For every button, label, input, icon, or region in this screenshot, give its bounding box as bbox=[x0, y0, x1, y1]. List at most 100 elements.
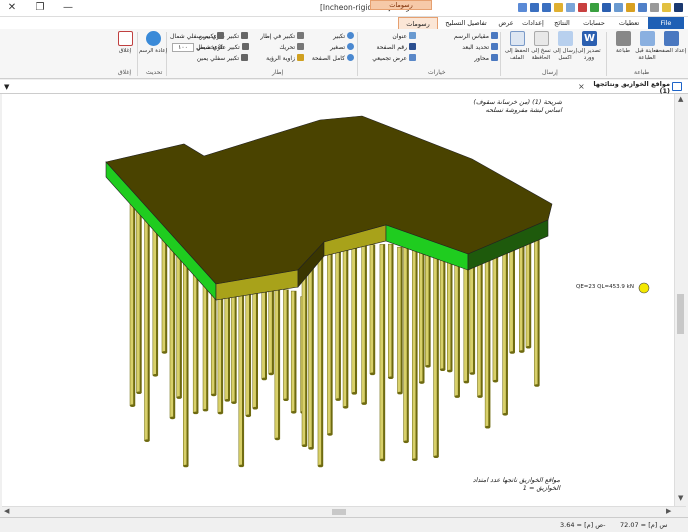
minimize-window-button[interactable]: — bbox=[60, 2, 76, 14]
tab-reinforcement-details[interactable]: تفاصيل التسليح bbox=[440, 17, 492, 29]
excel-icon[interactable] bbox=[590, 3, 599, 12]
chart-icon[interactable] bbox=[614, 3, 623, 12]
view-angle-label: زاوية الرؤية bbox=[266, 55, 295, 62]
status-y-coordinate: ص [م] = 3.64- bbox=[560, 521, 606, 529]
panel-close-button[interactable]: × bbox=[578, 82, 585, 91]
clipboard-icon bbox=[534, 31, 549, 46]
arrow-diagonal-icon bbox=[241, 43, 249, 50]
zoom-in-item[interactable]: تكبير bbox=[306, 32, 354, 41]
pile-tip bbox=[238, 464, 244, 468]
scroll-up-icon[interactable]: ▲ bbox=[678, 95, 683, 103]
pile-tip bbox=[211, 393, 217, 397]
tab-results[interactable]: النتائج bbox=[548, 17, 576, 29]
pile-tip bbox=[203, 408, 209, 412]
page-number-item[interactable]: رقم الصفحة bbox=[362, 43, 416, 52]
pile-tip bbox=[534, 384, 540, 387]
combined-view-item[interactable]: عرض تجميعي bbox=[362, 54, 416, 63]
zoom-bottom-right-item[interactable]: تكبير سفلي يمين bbox=[196, 54, 248, 63]
undo-icon[interactable] bbox=[542, 3, 551, 12]
pile-tip bbox=[183, 464, 189, 468]
horizontal-scroll-thumb[interactable] bbox=[332, 509, 346, 515]
page-number-icon bbox=[409, 43, 416, 50]
status-x-coordinate: س [م] = 72.07 bbox=[620, 521, 668, 529]
tab-input[interactable]: تعطيات bbox=[612, 17, 646, 29]
pile-tip bbox=[369, 372, 375, 376]
group-separator bbox=[357, 32, 358, 76]
restore-window-button[interactable]: ❐ bbox=[32, 2, 48, 14]
full-page-item[interactable]: كامل الصفحة bbox=[306, 54, 354, 63]
pile-shade bbox=[133, 187, 135, 406]
open-folder-icon[interactable] bbox=[626, 3, 635, 12]
zoom-bottom-left-label: تكبير سفلي شمال bbox=[170, 33, 216, 40]
page-number-label: رقم الصفحة bbox=[376, 44, 408, 51]
tab-settings[interactable]: إعدادات bbox=[518, 17, 548, 29]
pile-tip bbox=[169, 416, 175, 420]
tab-drawings[interactable]: رسومات bbox=[398, 17, 438, 29]
arrow-diagonal-icon bbox=[241, 54, 248, 61]
zoom-window-icon bbox=[297, 32, 304, 39]
tab-file[interactable]: File bbox=[648, 17, 684, 29]
pile-tip bbox=[274, 437, 280, 441]
close-window-button[interactable]: ✕ bbox=[4, 2, 20, 14]
pile-tip bbox=[477, 395, 483, 398]
zoom-bottom-left-item[interactable]: تكبير سفلي شمال bbox=[170, 32, 225, 41]
tab-calculations[interactable]: حسابات bbox=[578, 17, 610, 29]
pile-tip bbox=[136, 391, 142, 395]
pile-tip bbox=[433, 455, 439, 459]
pile-tip bbox=[447, 369, 453, 373]
raft-pile-drawing bbox=[105, 115, 650, 468]
horizontal-scrollbar[interactable]: ◀ ▶ bbox=[2, 506, 686, 517]
pile-tip bbox=[388, 376, 394, 380]
vertical-scroll-thumb[interactable] bbox=[677, 294, 684, 334]
scroll-down-icon[interactable]: ▼ bbox=[678, 494, 683, 502]
scroll-left-icon[interactable]: ◀ bbox=[4, 507, 9, 515]
tab-view[interactable]: عرض bbox=[494, 17, 518, 29]
page-setup-icon bbox=[664, 31, 679, 46]
piles-panel-icon bbox=[672, 82, 682, 91]
title-item[interactable]: عنوان bbox=[362, 32, 416, 41]
zoom-window-item[interactable]: تكبير في إطار bbox=[250, 32, 304, 41]
ribbon: إعداد الصفحة معاينة قبل الطباعة طباعة طب… bbox=[0, 29, 688, 79]
pile-tip bbox=[302, 444, 307, 448]
pile-tip bbox=[502, 413, 508, 416]
application-window: ✕ ❐ — [Incheon-rigid raft] - ارتقا رسوما… bbox=[0, 0, 688, 532]
print-icon[interactable] bbox=[554, 3, 563, 12]
preview-icon[interactable] bbox=[566, 3, 575, 12]
pdf-icon[interactable] bbox=[578, 3, 587, 12]
pile-tip bbox=[412, 458, 418, 461]
pile-tip bbox=[351, 392, 357, 395]
group-label-options: خيارات bbox=[428, 69, 446, 76]
dimension-item[interactable]: تحديد البعد bbox=[418, 43, 498, 52]
pile-tip bbox=[379, 458, 385, 462]
view-angle-item[interactable]: زاوية الرؤية bbox=[250, 54, 304, 63]
word-icon[interactable] bbox=[602, 3, 611, 12]
pile-tip bbox=[252, 406, 258, 410]
pile-shade bbox=[505, 241, 508, 415]
panel-menu-button[interactable]: ▼ bbox=[4, 83, 9, 91]
pile-shade bbox=[436, 245, 439, 457]
zoom-out-label: تصغير bbox=[330, 44, 345, 51]
close-drawing-label: إغلاق bbox=[119, 48, 131, 54]
folder-icon[interactable] bbox=[662, 3, 671, 12]
vertical-scrollbar[interactable]: ▲ ▼ bbox=[674, 94, 686, 506]
axes-item[interactable]: محاور bbox=[418, 54, 498, 63]
zoom-percent-select[interactable]: ١٠٠ bbox=[172, 43, 194, 52]
pile-shade bbox=[346, 244, 349, 408]
pile-shade bbox=[311, 245, 314, 449]
dropdown-icon[interactable] bbox=[518, 3, 527, 12]
drawing-canvas[interactable]: شريحة (1) (من خرسانة سقوف) اساس لبشة مفر… bbox=[2, 94, 674, 506]
pile-shade bbox=[422, 245, 425, 383]
redo-icon[interactable] bbox=[530, 3, 539, 12]
pan-item[interactable]: تحريك bbox=[250, 43, 304, 52]
scroll-right-icon[interactable]: ▶ bbox=[666, 507, 671, 515]
pile-shade bbox=[147, 193, 150, 441]
pile-tip bbox=[308, 447, 314, 450]
pile-tip bbox=[317, 464, 323, 468]
pile-tip bbox=[161, 351, 167, 354]
pile-shade bbox=[406, 241, 409, 442]
new-file-icon[interactable] bbox=[650, 3, 659, 12]
save-icon[interactable] bbox=[638, 3, 647, 12]
scale-item[interactable]: مقياس الرسم bbox=[418, 32, 498, 41]
zoom-out-item[interactable]: تصغير bbox=[306, 43, 354, 52]
group-label-print: طباعة bbox=[634, 69, 650, 76]
